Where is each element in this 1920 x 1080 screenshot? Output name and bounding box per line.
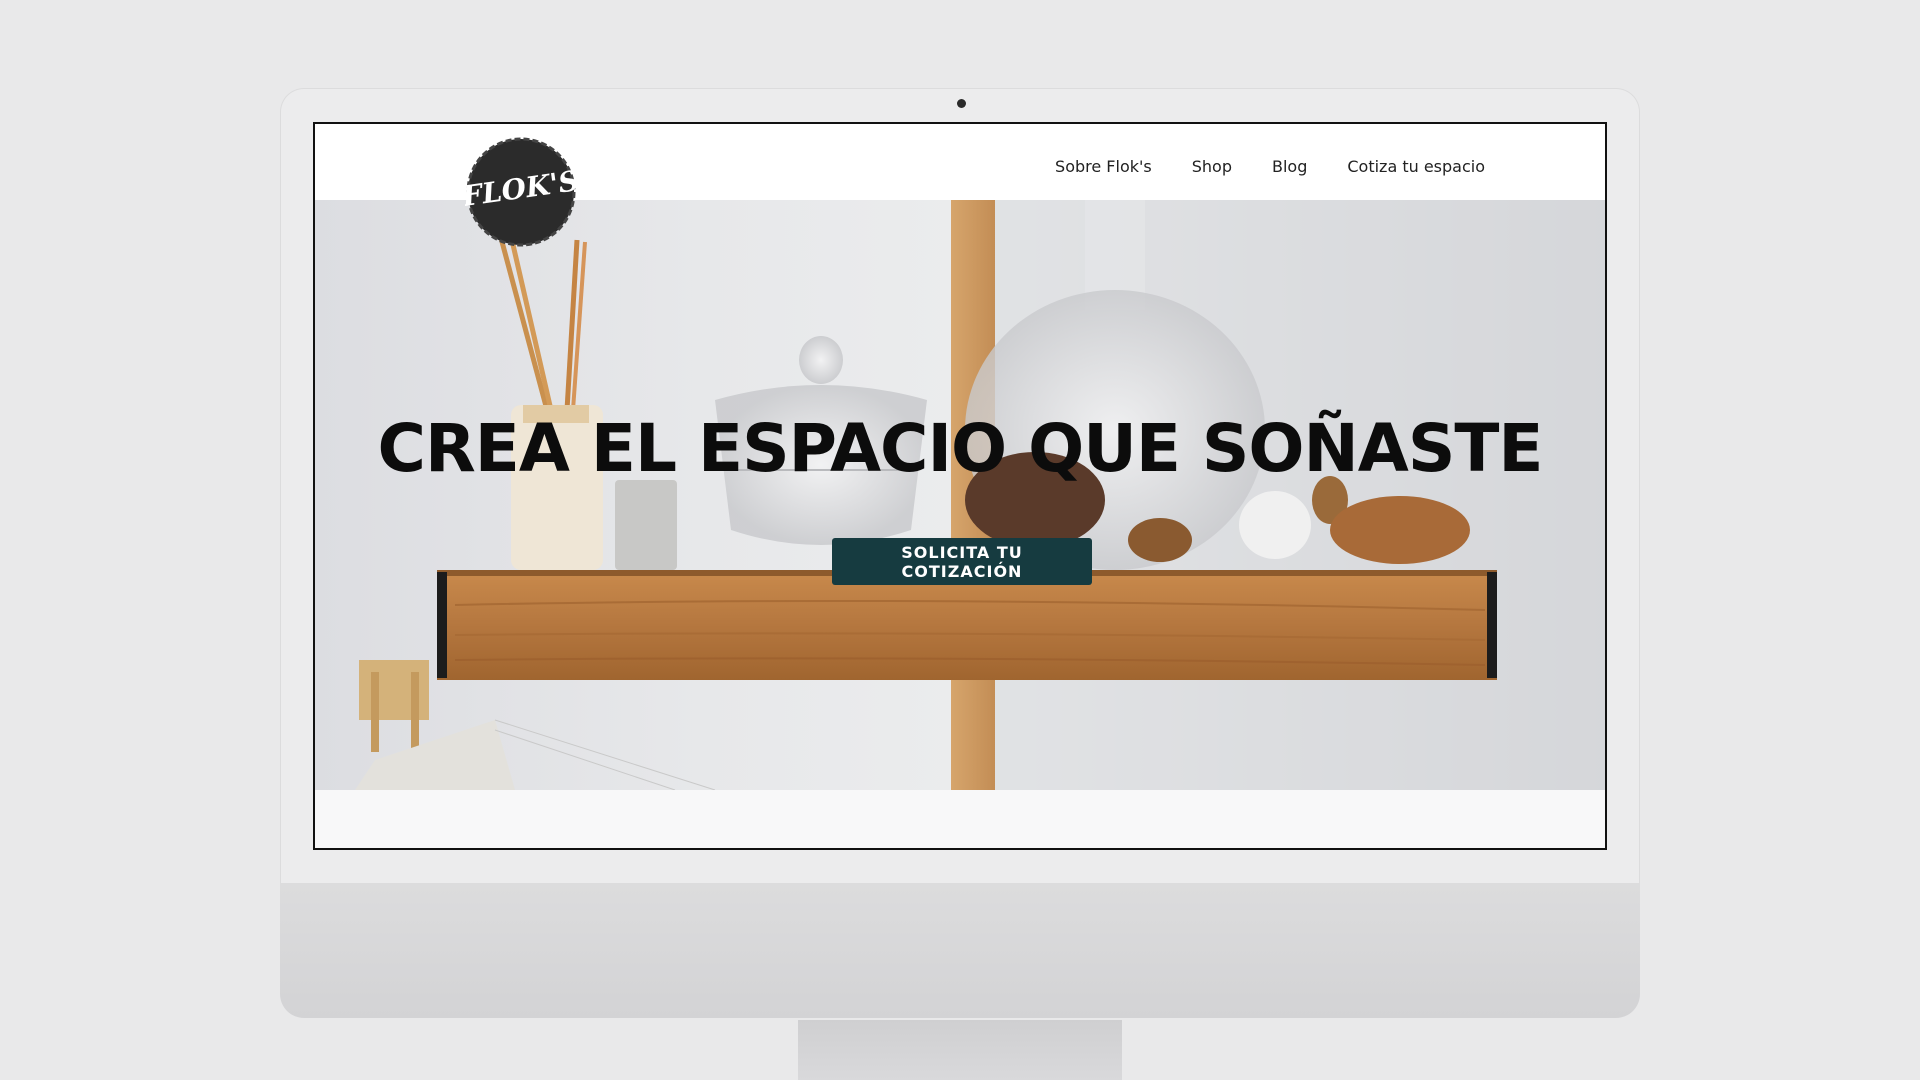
request-quote-button[interactable]: SOLICITA TU COTIZACIÓN	[832, 538, 1092, 585]
nav-link-cotiza[interactable]: Cotiza tu espacio	[1347, 157, 1485, 176]
nav-link-blog[interactable]: Blog	[1272, 157, 1307, 176]
website-screen: Sobre Flok's Shop Blog Cotiza tu espacio…	[313, 122, 1607, 850]
hero-title: CREA EL ESPACIO QUE SOÑASTE	[377, 410, 1544, 487]
nav-link-sobre-floks[interactable]: Sobre Flok's	[1055, 157, 1152, 176]
monitor-bezel: Sobre Flok's Shop Blog Cotiza tu espacio…	[280, 88, 1640, 883]
monitor-mockup: Sobre Flok's Shop Blog Cotiza tu espacio…	[280, 88, 1640, 1080]
monitor-stand	[798, 1020, 1122, 1080]
monitor-chin	[280, 883, 1640, 1018]
hero-background-photo	[355, 200, 1605, 790]
below-hero-area	[315, 790, 1605, 848]
hero-section: CREA EL ESPACIO QUE SOÑASTE SOLICITA TU …	[315, 200, 1605, 790]
camera-dot	[957, 99, 966, 108]
floks-logo[interactable]: FLOK'S	[465, 136, 577, 248]
nav-link-shop[interactable]: Shop	[1192, 157, 1232, 176]
main-nav: Sobre Flok's Shop Blog Cotiza tu espacio	[1055, 157, 1485, 176]
